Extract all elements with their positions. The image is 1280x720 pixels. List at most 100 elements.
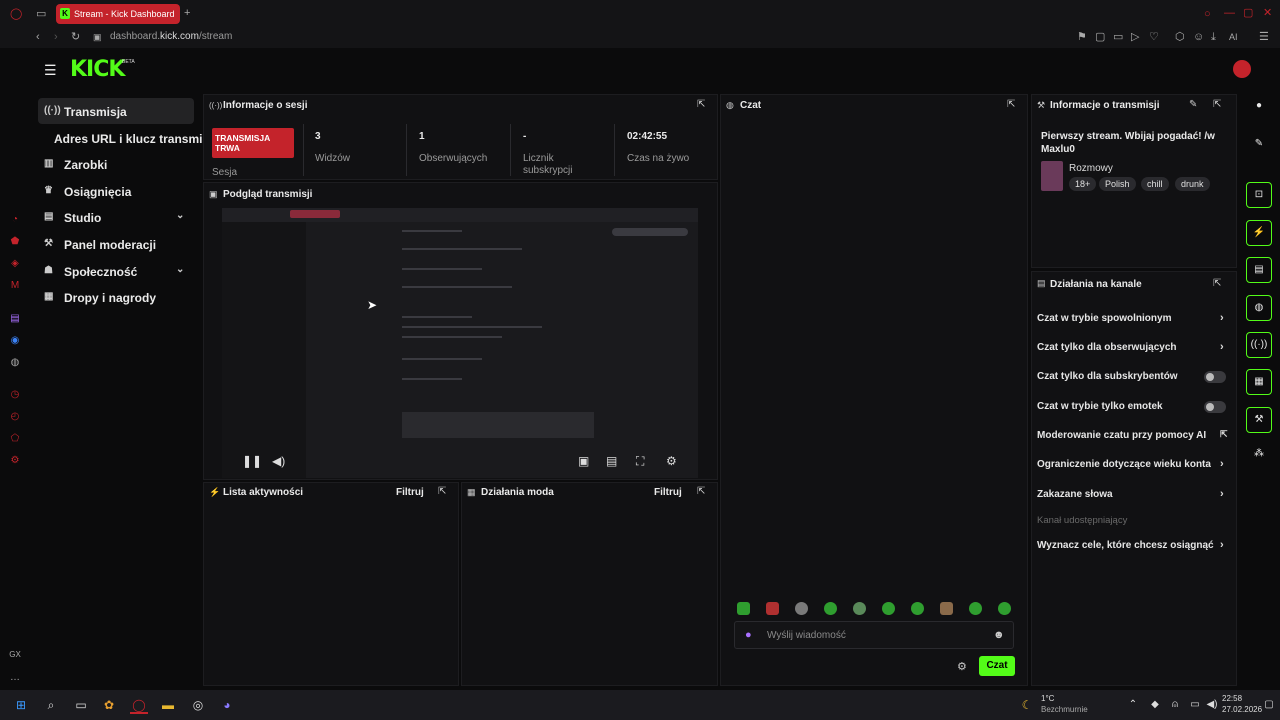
action-emote-only[interactable]: Czat w trybie tylko emotek (1037, 401, 1227, 413)
discord-icon[interactable]: ◍ (0, 357, 30, 371)
sidebar-item-panel-moderacji[interactable]: ⚒ Panel moderacji (38, 231, 194, 257)
rail-document-icon[interactable]: ▤ (1246, 257, 1272, 283)
action-followers-only[interactable]: Czat tylko dla obserwujących › (1037, 341, 1227, 353)
reload-icon[interactable]: ↻ (71, 31, 80, 43)
action-banned-words[interactable]: Zakazane słowa › (1037, 488, 1227, 500)
rail-activity-icon[interactable]: ⚡ (1246, 220, 1272, 246)
sidebar-item-zarobki[interactable]: ▥ Zarobki (38, 151, 194, 177)
tray-expand-icon[interactable]: ⌃ (1124, 696, 1142, 714)
fullscreen-icon[interactable]: ⛶ (636, 454, 644, 469)
browser-tab[interactable]: K Stream - Kick Dashboard (56, 4, 180, 24)
subscribers-only-toggle[interactable] (1204, 371, 1226, 383)
emote-only-toggle[interactable] (1204, 401, 1226, 413)
rail-icon-10[interactable]: ⬠ (0, 433, 30, 447)
sidebar-item-spolecznosc[interactable]: ☗ Społeczność ⌄ (38, 258, 194, 284)
forward-icon[interactable]: › (54, 31, 58, 43)
emote[interactable] (737, 602, 750, 615)
pencil-icon[interactable]: ✎ (1246, 138, 1272, 158)
bookmark-icon[interactable]: ⚑ (1077, 31, 1087, 43)
emote[interactable] (998, 602, 1011, 615)
emote[interactable] (766, 602, 779, 615)
expand-icon[interactable]: ⇱ (1213, 99, 1221, 110)
emote[interactable] (969, 602, 982, 615)
emote[interactable] (795, 602, 808, 615)
rail-preview-icon[interactable]: ⊡ (1246, 182, 1272, 208)
gx-icon[interactable]: GX (0, 650, 30, 664)
notification-icon[interactable]: ▢ (1260, 696, 1278, 714)
url-field[interactable]: dashboard.kick.com/stream (110, 31, 232, 42)
settings-icon[interactable]: ⚙ (666, 454, 677, 468)
back-icon[interactable]: ‹ (36, 31, 40, 43)
edit-icon[interactable]: ✎ (1189, 99, 1197, 110)
tag-chip[interactable]: Polish (1099, 177, 1136, 191)
user-avatar[interactable] (1233, 60, 1251, 78)
opera-icon[interactable]: ◯ (10, 8, 22, 20)
sidebar-item-transmisja[interactable]: ((·)) Transmisja (38, 98, 194, 124)
file-explorer-icon[interactable]: ▬ (159, 696, 177, 714)
chat-settings-icon[interactable]: ⚙ (957, 660, 967, 673)
maximize-icon[interactable]: ▢ (1243, 7, 1253, 19)
action-ai-moderation[interactable]: Moderowanie czatu przy pomocy AI ⇱ (1037, 429, 1228, 441)
settings-icon[interactable]: ⚙ (0, 455, 30, 469)
mic-tray-icon[interactable]: ⍝ (1166, 696, 1184, 714)
network-icon[interactable]: ▭ (1186, 696, 1204, 714)
action-slow-mode[interactable]: Czat w trybie spowolnionym › (1037, 312, 1227, 324)
speaker-icon[interactable]: ◀) (1203, 696, 1221, 714)
chat-message-input[interactable]: ● Wyślij wiadomość ☻ (734, 621, 1014, 649)
snapshot-icon[interactable]: ▢ (1095, 31, 1105, 43)
clock-time[interactable]: 22:58 (1222, 694, 1242, 703)
discord-taskbar-icon[interactable]: ◕ (218, 696, 236, 714)
more-icon[interactable]: … (0, 672, 30, 686)
sidebar-item-osiagniecia[interactable]: ♛ Osiągnięcia (38, 178, 194, 204)
history-icon[interactable]: ◴ (0, 411, 30, 425)
tag-chip[interactable]: 18+ (1069, 177, 1097, 191)
sidebar-item-stream-key[interactable]: Adres URL i klucz transmisji (38, 125, 216, 151)
profile-icon[interactable]: ☺ (1193, 31, 1204, 43)
new-tab-icon[interactable]: + (184, 7, 190, 19)
expand-icon[interactable]: ⇱ (697, 99, 705, 110)
emote[interactable] (824, 602, 837, 615)
copilot-icon[interactable]: ✿ (100, 696, 118, 714)
emote[interactable] (911, 602, 924, 615)
menu-icon[interactable]: ☰ (1259, 31, 1269, 43)
search-icon[interactable]: ○ (1204, 8, 1211, 20)
emoji-icon[interactable]: ☻ (993, 629, 1005, 641)
taskbar-search-icon[interactable]: ⌕ (42, 696, 60, 714)
action-set-goals[interactable]: Wyznacz cele, które chcesz osiągnąć › (1037, 539, 1227, 551)
stream-preview-video[interactable]: ❚❚ ◀) ▣ ▤ ⛶ ⚙ ➤ (222, 208, 698, 478)
emote[interactable] (882, 602, 895, 615)
messenger-icon[interactable]: ◉ (0, 335, 30, 349)
rail-icon-8[interactable]: ◷ (0, 389, 30, 403)
action-subscribers-only[interactable]: Czat tylko dla subskrybentów (1037, 371, 1227, 383)
download-icon[interactable]: ⤓ (1211, 31, 1216, 43)
rail-wrench-icon[interactable]: ⚒ (1246, 407, 1272, 433)
rail-chat-icon[interactable]: ◍ (1246, 295, 1272, 321)
task-view-icon[interactable]: ▭ (72, 696, 90, 714)
wallet-icon[interactable]: ▭ (1113, 31, 1123, 43)
activity-filter-button[interactable]: Filtruj (396, 487, 424, 498)
heart-icon[interactable]: ♡ (1149, 31, 1159, 43)
rail-channel-icon[interactable]: ▦ (1246, 369, 1272, 395)
tray-app-icon[interactable]: ◆ (1146, 696, 1164, 714)
emote[interactable] (853, 602, 866, 615)
sidebar-item-studio[interactable]: ▤ Studio ⌄ (38, 204, 194, 230)
rail-broadcast-icon[interactable]: ((·)) (1246, 332, 1272, 358)
theater-icon[interactable]: ▤ (606, 454, 617, 468)
pip-icon[interactable]: ▣ (578, 454, 589, 468)
tag-chip[interactable]: drunk (1175, 177, 1210, 191)
hamburger-icon[interactable]: ☰ (44, 62, 57, 79)
rail-icon-3[interactable]: ◈ (0, 258, 30, 272)
expand-icon[interactable]: ⇱ (697, 486, 705, 497)
play-icon[interactable]: ▷ (1131, 31, 1139, 43)
microphone-icon[interactable]: ● (745, 629, 752, 641)
tag-chip[interactable]: chill (1141, 177, 1169, 191)
rail-apps-icon[interactable]: ⁂ (1246, 448, 1272, 468)
volume-icon[interactable]: ◀) (272, 454, 285, 468)
opera-gx-taskbar-icon[interactable]: ◯ (130, 696, 148, 714)
rail-icon-4[interactable]: M (0, 280, 30, 294)
minimize-icon[interactable]: — (1224, 7, 1235, 19)
twitch-icon[interactable]: ▤ (0, 313, 30, 327)
action-account-age[interactable]: Ograniczenie dotyczące wieku konta › (1037, 458, 1227, 470)
ai-button[interactable]: AI (1229, 31, 1238, 43)
steam-icon[interactable]: ◎ (189, 696, 207, 714)
